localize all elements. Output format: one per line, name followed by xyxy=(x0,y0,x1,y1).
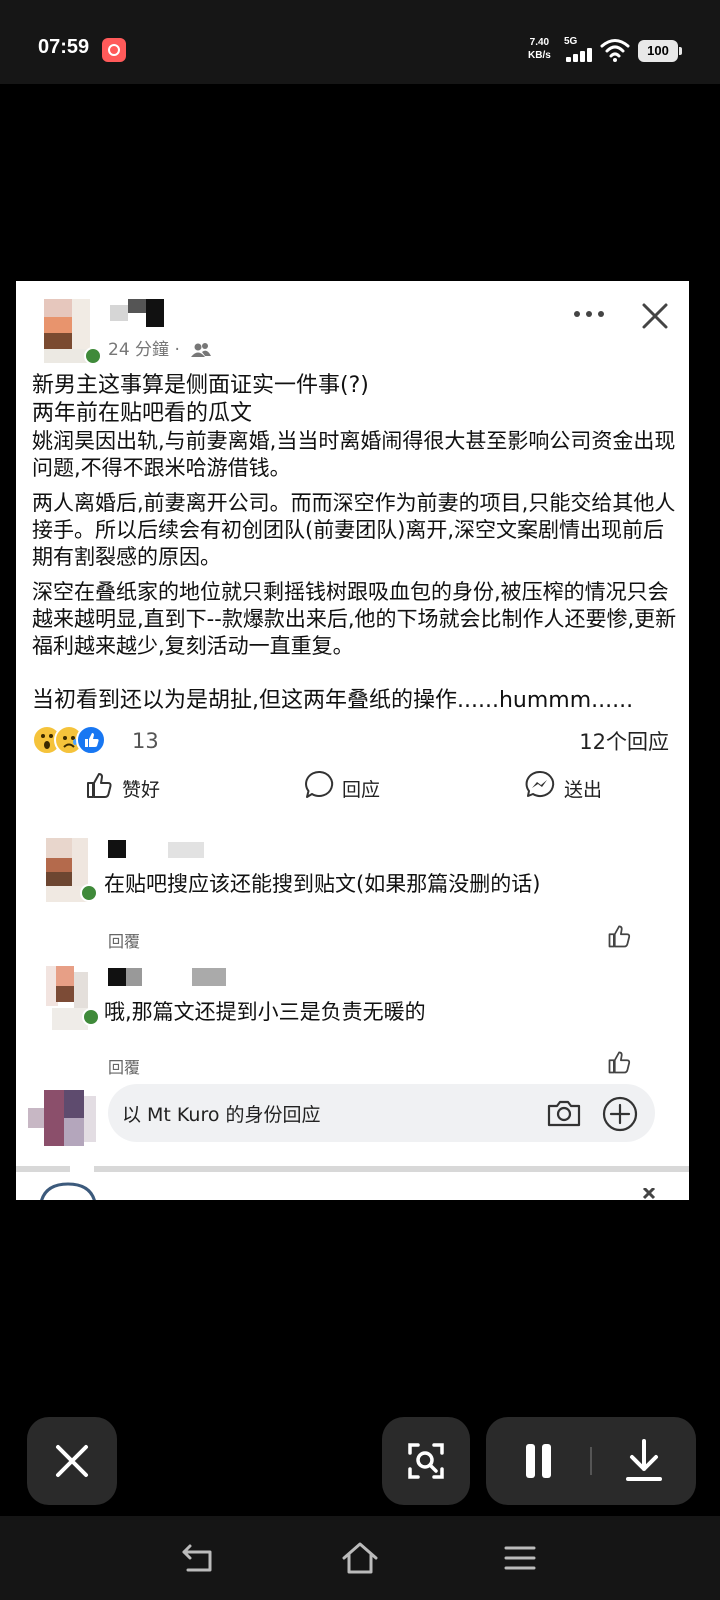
status-bar: 07:59 7.40 KB/s 5G 100 xyxy=(0,0,720,84)
reaction-count: 13 xyxy=(132,729,159,753)
close-icon[interactable] xyxy=(640,301,670,331)
next-post-avatar-ring xyxy=(40,1182,96,1200)
comment-input-placeholder: 以 Mt Kuro 的身份回应 xyxy=(122,1104,321,1126)
next-post-peek xyxy=(16,1172,689,1200)
commenter-avatar[interactable] xyxy=(46,966,100,1030)
send-button[interactable]: 送出 xyxy=(524,769,634,809)
close-viewer-button[interactable] xyxy=(27,1417,117,1505)
commenter-name-redacted[interactable] xyxy=(108,840,238,860)
thumbs-up-icon xyxy=(87,773,112,798)
lens-scan-icon xyxy=(408,1443,444,1479)
back-icon[interactable] xyxy=(180,1540,220,1576)
system-nav-bar xyxy=(0,1516,720,1600)
post-card: 24 分鐘 · 新男主这事算是侧面证实一件事(?) 两年前在贴吧看的瓜文 姚润昊… xyxy=(16,281,689,1200)
author-avatar[interactable] xyxy=(44,299,102,365)
reply-link[interactable]: 回覆 xyxy=(108,928,140,952)
scan-button[interactable] xyxy=(382,1417,470,1505)
close-icon xyxy=(56,1445,88,1477)
post-body: 新男主这事算是侧面证实一件事(?) 两年前在贴吧看的瓜文 姚润昊因出轨,与前妻离… xyxy=(32,372,682,714)
pause-icon[interactable] xyxy=(486,1417,590,1505)
network-speed: 7.40 KB/s xyxy=(528,37,551,61)
post-paragraph: 当初看到还以为是胡扯,但这两年叠纸的操作......hummm...... xyxy=(32,688,634,713)
add-attachment-icon[interactable] xyxy=(602,1096,638,1132)
battery-icon: 100 xyxy=(638,40,682,62)
comment-text: 在贴吧搜应该还能搜到贴文(如果那篇没删的话) xyxy=(104,872,541,896)
commenter-avatar[interactable] xyxy=(46,838,98,902)
app-notification-icon xyxy=(102,38,126,62)
reply-count[interactable]: 12个回应 xyxy=(579,726,669,756)
post-meta: 24 分鐘 · xyxy=(108,335,212,360)
wifi-icon xyxy=(600,39,630,62)
download-icon[interactable] xyxy=(592,1417,696,1505)
comment-text: 哦,那篇文还提到小三是负责无暖的 xyxy=(104,1000,426,1024)
commenter-name-redacted[interactable] xyxy=(108,968,238,988)
post-line: 两年前在贴吧看的瓜文 xyxy=(32,401,253,426)
more-options-icon[interactable] xyxy=(572,309,606,319)
post-paragraph: 姚润昊因出轨,与前妻离婚,当当时离婚闹得很大甚至影响公司资金出现问题,不得不跟米… xyxy=(32,429,676,480)
like-button[interactable]: 赞好 xyxy=(84,769,194,809)
status-time: 07:59 xyxy=(38,36,90,58)
signal-icon xyxy=(566,48,594,62)
menu-icon[interactable] xyxy=(500,1540,540,1576)
post-line: 新男主这事算是侧面证实一件事(?) xyxy=(32,373,369,398)
next-post-close-icon xyxy=(642,1188,656,1200)
messenger-icon xyxy=(525,770,555,797)
post-paragraph: 两人离婚后,前妻离开公司。而而深空作为前妻的项目,只能交给其他人接手。所以后续会… xyxy=(32,491,676,569)
like-comment-icon[interactable] xyxy=(606,1048,634,1076)
media-controls xyxy=(486,1417,696,1505)
home-icon[interactable] xyxy=(340,1540,380,1576)
like-reaction-icon xyxy=(76,725,106,755)
post-paragraph: 深空在叠纸家的地位就只剩摇钱树跟吸血包的身份,被压榨的情况只会越来越明显,直到下… xyxy=(32,580,677,658)
comment-bubble-icon xyxy=(305,770,334,798)
author-name-redacted[interactable] xyxy=(110,299,164,327)
comment-input[interactable]: 以 Mt Kuro 的身份回应 xyxy=(108,1084,655,1142)
like-comment-icon[interactable] xyxy=(606,922,634,950)
friends-audience-icon xyxy=(191,343,212,357)
current-user-avatar xyxy=(28,1090,96,1146)
network-type: 5G xyxy=(564,36,578,47)
comment-button[interactable]: 回应 xyxy=(304,769,414,809)
reply-link[interactable]: 回覆 xyxy=(108,1054,140,1078)
camera-icon[interactable] xyxy=(546,1098,582,1128)
